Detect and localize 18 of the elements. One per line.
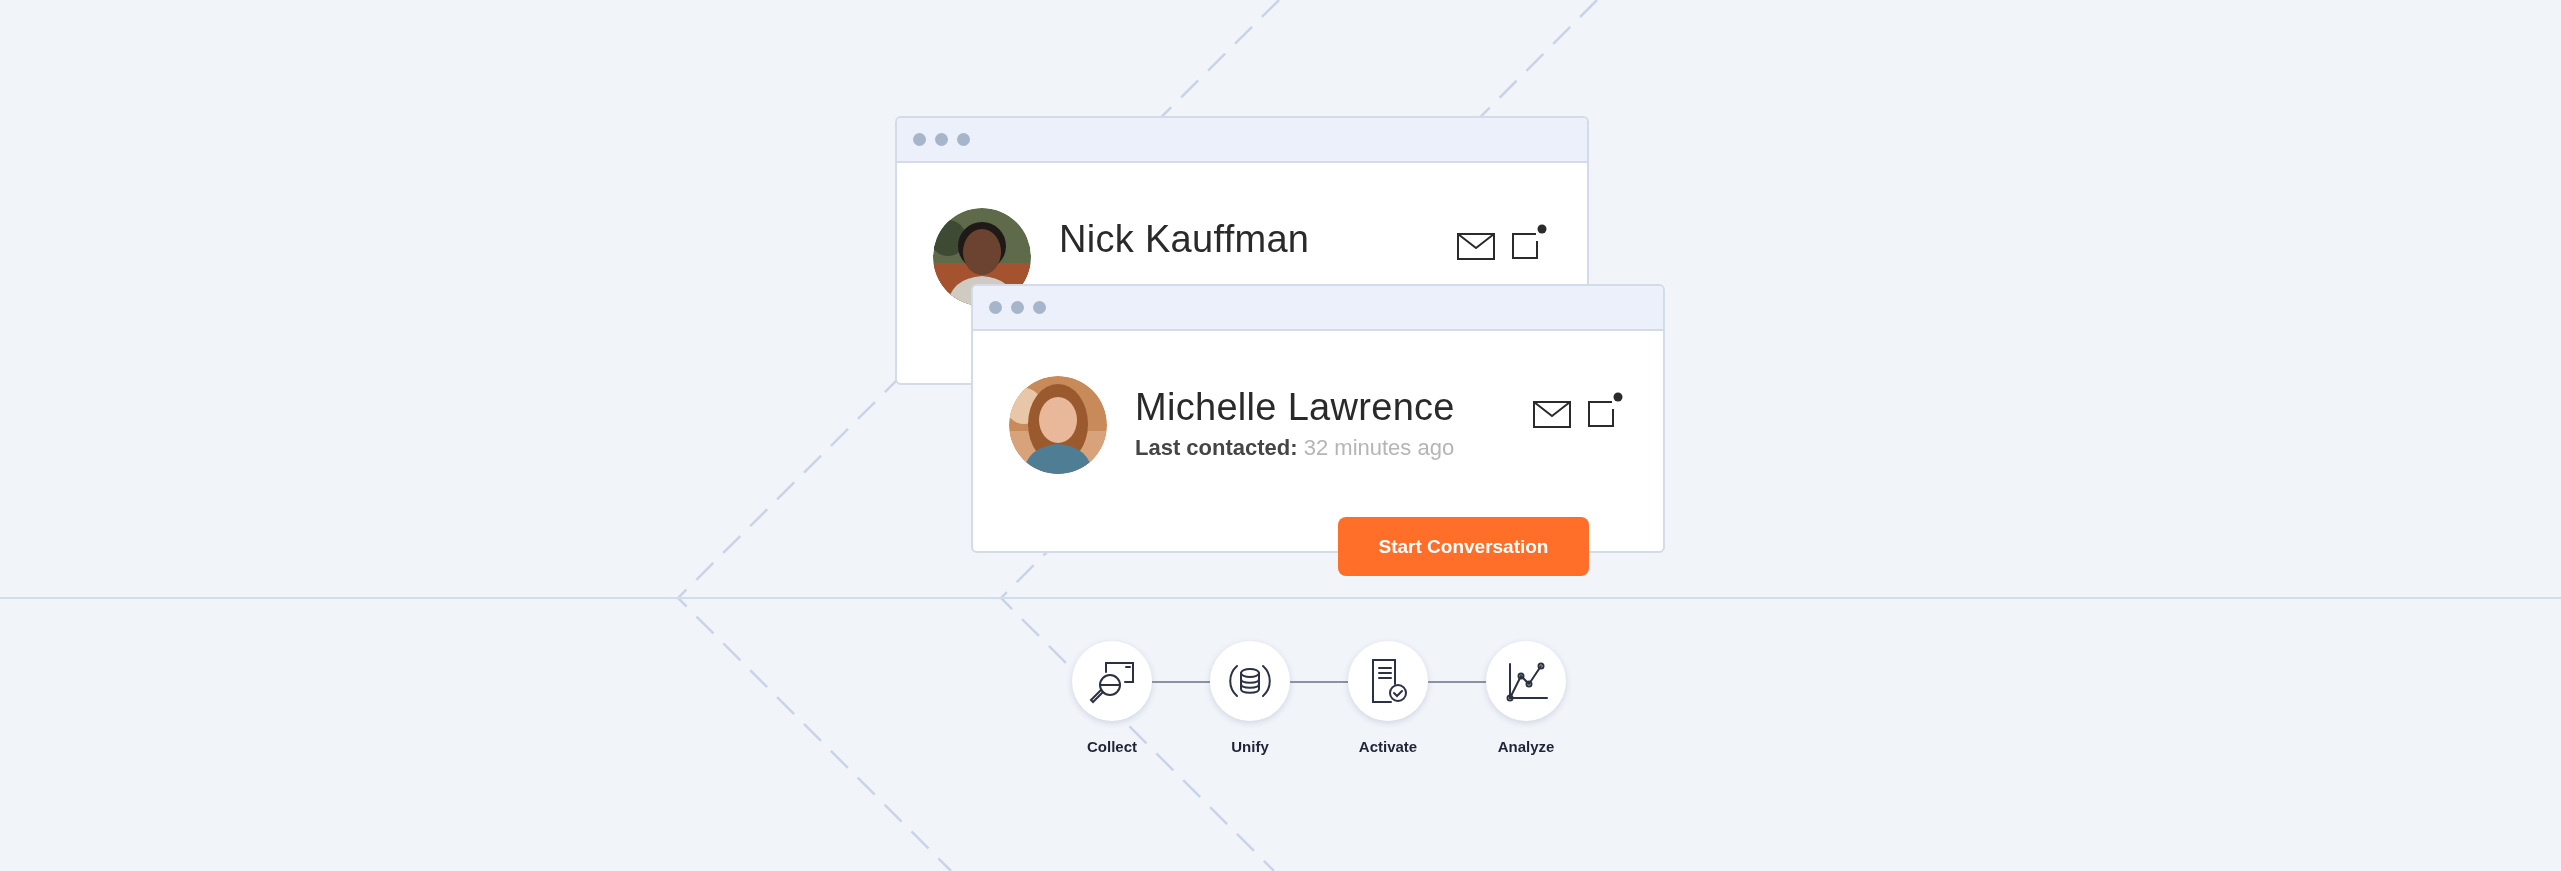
window-dot <box>1011 301 1024 314</box>
start-conversation-button[interactable]: Start Conversation <box>1338 517 1589 576</box>
step-label: Activate <box>1358 738 1418 755</box>
window-dot <box>913 133 926 146</box>
window-dot <box>1033 301 1046 314</box>
last-contacted-text: Last contacted: 32 minutes ago <box>1135 435 1456 461</box>
window-dot <box>957 133 970 146</box>
mail-icon[interactable] <box>1533 401 1571 428</box>
notification-icon[interactable] <box>1511 224 1547 260</box>
notification-icon[interactable] <box>1587 392 1623 428</box>
step-label: Analyze <box>1497 738 1555 755</box>
contact-name: Nick Kauffman <box>1059 218 1311 261</box>
window-dot <box>935 133 948 146</box>
contact-name: Michelle Lawrence <box>1135 386 1456 429</box>
step-label: Unify <box>1231 738 1269 755</box>
step-label: Collect <box>1087 738 1137 755</box>
mail-icon[interactable] <box>1457 233 1495 260</box>
window-dot <box>989 301 1002 314</box>
